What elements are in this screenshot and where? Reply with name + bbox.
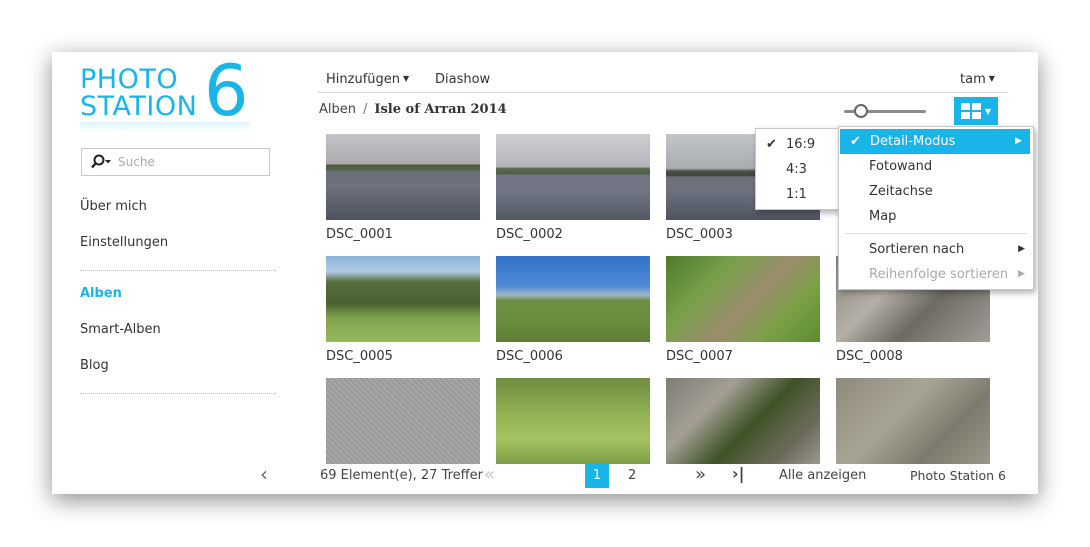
chevron-right-icon: ▶ <box>1015 136 1022 146</box>
photo-thumbnail[interactable] <box>496 134 650 220</box>
photo-tile[interactable]: DSC_0005 <box>326 256 480 364</box>
photo-station-logo: PHOTO STATION 6 <box>80 56 250 132</box>
menu-item-label: Detail-Modus <box>870 134 956 149</box>
aspect-4-3-item[interactable]: 4:3 <box>756 158 840 182</box>
logo-version: 6 <box>204 52 249 132</box>
aspect-label: 16:9 <box>786 137 816 152</box>
sidebar-item-blog[interactable]: Blog <box>80 351 276 387</box>
page-1-button[interactable]: 1 <box>585 464 609 488</box>
menu-item-photo-wall[interactable]: Fotowand <box>839 154 1033 179</box>
search-box[interactable] <box>81 148 270 176</box>
slider-handle[interactable] <box>854 104 868 118</box>
photo-tile[interactable]: DSC_0007 <box>666 256 820 364</box>
photo-name: DSC_0005 <box>326 349 393 364</box>
photo-thumbnail-loading[interactable] <box>326 378 480 464</box>
sidebar-item-about[interactable]: Über mich <box>80 192 276 228</box>
photo-name: DSC_0006 <box>496 349 563 364</box>
sidebar-item-smart-albums[interactable]: Smart-Alben <box>80 315 276 351</box>
photo-name: DSC_0001 <box>326 227 393 242</box>
last-page-icon[interactable]: ›| <box>732 464 744 483</box>
chevron-right-icon: ▶ <box>1018 269 1025 279</box>
logo-line-1: PHOTO <box>80 64 179 95</box>
photo-thumbnail[interactable] <box>496 378 650 464</box>
search-input[interactable] <box>118 155 258 169</box>
menu-item-sort-by[interactable]: Sortieren nach ▶ <box>839 237 1033 262</box>
sidebar-divider <box>80 393 276 394</box>
aspect-1-1-item[interactable]: 1:1 <box>756 183 840 207</box>
photo-station-window: PHOTO STATION 6 Über mich Einstellungen … <box>52 52 1038 494</box>
aspect-16-9-item[interactable]: ✔ 16:9 <box>756 133 840 157</box>
menu-item-map[interactable]: Map <box>839 204 1033 229</box>
grid-view-icon <box>960 103 981 119</box>
menu-item-timeline[interactable]: Zeitachse <box>839 179 1033 204</box>
logo-reflection <box>80 122 250 132</box>
chevron-down-icon: ▼ <box>988 74 995 83</box>
menu-item-detail-mode[interactable]: ✔ Detail-Modus ▶ <box>840 129 1030 154</box>
pagination-footer: 69 Element(e), 27 Treffer « 1 2 » ›| All… <box>52 462 1038 490</box>
breadcrumb: Alben / Isle of Arran 2014 <box>319 102 507 117</box>
item-count: 69 Element(e), 27 Treffer <box>320 468 483 483</box>
aspect-ratio-submenu: ✔ 16:9 4:3 1:1 <box>755 128 841 210</box>
photo-name: DSC_0002 <box>496 227 563 242</box>
chevron-down-icon: ▼ <box>984 106 992 116</box>
photo-name: DSC_0007 <box>666 349 733 364</box>
breadcrumb-current: Isle of Arran 2014 <box>374 102 507 117</box>
sidebar-divider <box>80 270 276 271</box>
add-button[interactable]: Hinzufügen ▼ <box>326 72 409 87</box>
prev-page-icon[interactable]: « <box>484 464 495 485</box>
slideshow-button[interactable]: Diashow <box>435 72 490 87</box>
photo-thumbnail[interactable] <box>326 256 480 342</box>
logo-line-2: STATION <box>80 91 198 122</box>
view-mode-menu: ✔ Detail-Modus ▶ Fotowand Zeitachse Map … <box>838 126 1034 290</box>
thumbnail-size-slider[interactable] <box>844 104 926 118</box>
menu-item-label: Sortieren nach <box>869 242 965 257</box>
photo-thumbnail[interactable] <box>326 134 480 220</box>
user-menu-button[interactable]: tam ▼ <box>960 72 995 87</box>
photo-thumbnail[interactable] <box>666 378 820 464</box>
photo-tile[interactable]: DSC_0002 <box>496 134 650 242</box>
check-icon: ✔ <box>766 137 777 152</box>
user-name: tam <box>960 72 986 87</box>
photo-tile[interactable] <box>836 378 990 464</box>
next-page-icon[interactable]: » <box>695 464 706 485</box>
show-all-button[interactable]: Alle anzeigen <box>779 468 866 483</box>
photo-tile[interactable] <box>496 378 650 464</box>
photo-tile[interactable] <box>326 378 480 464</box>
photo-tile[interactable]: DSC_0006 <box>496 256 650 364</box>
search-icon[interactable] <box>90 154 112 170</box>
sidebar-nav: Über mich Einstellungen Alben Smart-Albe… <box>80 192 276 402</box>
photo-tile[interactable] <box>666 378 820 464</box>
photo-tile[interactable]: DSC_0001 <box>326 134 480 242</box>
menu-item-sort-order: Reihenfolge sortieren ▶ <box>839 262 1033 287</box>
page-2-button[interactable]: 2 <box>628 468 636 483</box>
breadcrumb-root[interactable]: Alben <box>319 102 356 117</box>
add-button-label: Hinzufügen <box>326 72 400 87</box>
photo-thumbnail[interactable] <box>496 256 650 342</box>
menu-divider <box>845 233 1027 234</box>
check-icon: ✔ <box>850 134 861 149</box>
chevron-down-icon: ▼ <box>403 74 410 83</box>
sidebar-item-settings[interactable]: Einstellungen <box>80 228 276 264</box>
menu-item-label: Reihenfolge sortieren <box>869 267 1009 282</box>
top-toolbar: Hinzufügen ▼ Diashow tam ▼ <box>318 68 1008 93</box>
view-mode-button[interactable]: ▼ <box>954 97 998 125</box>
chevron-right-icon: ▶ <box>1018 244 1025 254</box>
photo-thumbnail[interactable] <box>836 378 990 464</box>
photo-thumbnail[interactable] <box>666 256 820 342</box>
sidebar-item-albums[interactable]: Alben <box>80 279 276 315</box>
breadcrumb-separator: / <box>363 102 368 117</box>
photo-name: DSC_0003 <box>666 227 733 242</box>
app-brand-label: Photo Station 6 <box>910 468 1006 483</box>
photo-name: DSC_0008 <box>836 349 903 364</box>
